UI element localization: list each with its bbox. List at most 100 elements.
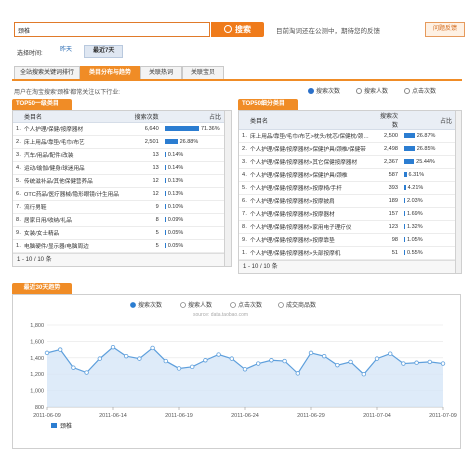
category-name[interactable]: 个人护理/保健/按摩器材>按摩器材 [247, 207, 373, 221]
category-name[interactable]: 居家日用/收纳/礼品 [21, 213, 132, 227]
time-option-last7[interactable]: 最近7天 [84, 45, 124, 58]
table-row[interactable]: 10电脑硬件/显示器/电脑周边5 0.05% [13, 239, 224, 253]
rank-cell: 4 [239, 168, 247, 182]
category-name[interactable]: 传统滋补品/其他保健营养品 [21, 174, 132, 188]
table-row[interactable]: 3 汽车/用品/配件/改装 13 0.14% [13, 148, 224, 162]
tab-related-items[interactable]: 关联宝贝 [182, 66, 224, 79]
data-point [163, 358, 168, 364]
table-row[interactable]: 6 OTC药品/医疗器械/隐形眼镜/计生用品 12 0.13% [13, 187, 224, 201]
data-point [322, 353, 327, 359]
category-name[interactable]: 个人护理/保健/按摩器材 [21, 122, 132, 136]
table-row[interactable]: 1 床上用品/靠垫/毛巾/布艺>枕头/枕芯/保健枕/颈椎枕 2,500 26.87% [239, 129, 455, 143]
share-cell: 2.03% [401, 194, 455, 208]
table-row[interactable]: 7 流行男鞋 9 0.10% [13, 200, 224, 214]
tab-category-trend[interactable]: 类目分布与趋势 [80, 66, 140, 79]
table-row[interactable]: 2 个人护理/保健/按摩器材>保健护具/颈椎/保健带 2,498 26.85% [239, 142, 455, 156]
data-point [427, 359, 432, 365]
rank-cell: 3 [13, 148, 22, 162]
category-name[interactable]: 个人护理/保健/按摩器材>按摩披肩 [247, 194, 373, 208]
y-tick-label: 1,200 [30, 372, 44, 378]
search-count: 6,640 [131, 122, 162, 136]
tab-related-words[interactable]: 关联热词 [140, 66, 182, 79]
share-bar [164, 230, 166, 235]
feedback-button[interactable]: 问题反馈 [425, 22, 465, 37]
metric-label: 搜索人数 [364, 89, 389, 95]
search-count: 189 [373, 194, 401, 208]
share-cell: 26.85% [401, 142, 455, 156]
search-input[interactable] [15, 23, 209, 37]
rank-cell: 8 [239, 220, 247, 234]
category-name[interactable]: 床上用品/靠垫/毛巾/布艺>枕头/枕芯/保健枕/颈椎枕 [247, 129, 373, 143]
category-name[interactable]: 女装/女士精品 [21, 226, 132, 240]
category-name[interactable]: OTC药品/医疗器械/隐形眼镜/计生用品 [21, 187, 132, 201]
table-row[interactable]: 9 个人护理/保健/按摩器材>按摩靠垫 98 1.05% [239, 233, 455, 247]
data-point [203, 358, 208, 363]
metric-searchers[interactable]: 搜索人数 [356, 86, 388, 95]
search-button[interactable]: 搜索 [211, 22, 264, 37]
share-cell: 0.09% [161, 213, 224, 227]
category-name[interactable]: 床上用品/靠垫/毛巾/布艺 [21, 135, 132, 149]
x-tick-label: 2011-07-09 [429, 413, 457, 419]
data-point [176, 366, 182, 371]
col-category[interactable]: 类目名 [21, 111, 132, 123]
table-row[interactable]: 9 女装/女士精品 5 0.05% [13, 226, 224, 240]
search-input-box[interactable] [14, 22, 210, 37]
rank-cell: 7 [239, 207, 247, 221]
share-bar [404, 185, 406, 190]
category-name[interactable]: 个人护理/保健/按摩器材>按摩靠垫 [247, 233, 373, 247]
table-row[interactable]: 4 运动/瑜伽/健身/球迷用品 13 0.14% [13, 161, 224, 175]
category-name[interactable]: 汽车/用品/配件/改装 [21, 148, 132, 162]
col-share[interactable]: 占比 [401, 111, 455, 130]
category-name[interactable]: 运动/瑜伽/健身/球迷用品 [21, 161, 132, 175]
table-row[interactable]: 2 床上用品/靠垫/毛巾/布艺 2,501 26.88% [13, 135, 224, 149]
share-bar [164, 178, 166, 183]
table-row[interactable]: 3 个人护理/保健/按摩器材>其它保健按摩器材 2,367 25.44% [239, 155, 455, 169]
col-category[interactable]: 类目名 [247, 111, 373, 130]
share-cell: 0.14% [161, 161, 224, 175]
rank-cell: 2 [239, 142, 247, 156]
share-cell: 0.13% [161, 174, 224, 188]
table-row[interactable]: 5 传统滋补品/其他保健营养品 12 0.13% [13, 174, 224, 188]
legend-search_count: 搜索次数 [138, 301, 162, 309]
col-count[interactable]: 搜索次数 [131, 111, 162, 123]
metric-search-count[interactable]: 搜索次数 [308, 86, 340, 95]
table-row[interactable]: 6 个人护理/保健/按摩器材>按摩披肩 189 2.03% [239, 194, 455, 208]
table-row[interactable]: 4 个人护理/保健/按摩器材>保健护具/颈椎 587 6.31% [239, 168, 455, 182]
table-header: 类目名 搜索次数 占比 [239, 111, 455, 130]
table-row[interactable]: 10个人护理/保健/按摩器材>头部按摩机51 0.55% [239, 246, 455, 260]
data-point [150, 345, 155, 351]
category-name[interactable]: 电脑硬件/显示器/电脑周边 [21, 239, 132, 253]
col-share[interactable]: 占比 [161, 111, 224, 123]
share-bar [404, 133, 415, 138]
table-row[interactable]: 5 个人护理/保健/按摩器材>按摩椅/手杆 393 4.21% [239, 181, 455, 195]
share-value: 26.88% [179, 139, 199, 145]
right-scrollbar[interactable] [455, 111, 461, 273]
category-name[interactable]: 个人护理/保健/按摩器材>保健护具/颈椎/保健带 [247, 142, 373, 156]
left-scrollbar[interactable] [224, 111, 231, 266]
data-point [282, 358, 287, 364]
category-name[interactable]: 个人护理/保健/按摩器材>保健护具/颈椎 [247, 168, 373, 182]
category-name[interactable]: 个人护理/保健/按摩器材>家用电子理疗仪 [247, 220, 373, 234]
time-option-yesterday[interactable]: 昨天 [52, 45, 80, 56]
share-cell: 71.36% [161, 122, 224, 136]
metric-clicks[interactable]: 点击次数 [404, 86, 436, 95]
tab-keyword-rank[interactable]: 全站搜索关键词排行 [14, 66, 80, 79]
category-name[interactable]: 个人护理/保健/按摩器材>其它保健按摩器材 [247, 155, 373, 169]
table-row[interactable]: 8 居家日用/收纳/礼品 8 0.09% [13, 213, 224, 227]
share-cell: 4.21% [401, 181, 455, 195]
share-bar [164, 126, 199, 131]
col-count[interactable]: 搜索次数 [373, 111, 401, 130]
right-pager: 1 - 10 / 10 条 [239, 260, 455, 273]
rank-cell: 9 [13, 226, 22, 240]
share-bar [164, 204, 166, 209]
table-row[interactable]: 7 个人护理/保健/按摩器材>按摩器材 157 1.69% [239, 207, 455, 221]
left-panel-body: 类目名 搜索次数 占比 1 个人护理/保健/按摩器材 6,640 71.36% 2 床上用… [12, 110, 232, 267]
table-row[interactable]: 8 个人护理/保健/按摩器材>家用电子理疗仪 123 1.32% [239, 220, 455, 234]
share-value: 0.05% [167, 243, 184, 249]
share-cell: 0.55% [401, 246, 455, 260]
category-name[interactable]: 个人护理/保健/按摩器材>头部按摩机 [247, 246, 373, 260]
table-row[interactable]: 1 个人护理/保健/按摩器材 6,640 71.36% [13, 122, 224, 136]
category-name[interactable]: 流行男鞋 [21, 200, 132, 214]
category-name[interactable]: 个人护理/保健/按摩器材>按摩椅/手杆 [247, 181, 373, 195]
share-value: 25.44% [416, 159, 435, 165]
